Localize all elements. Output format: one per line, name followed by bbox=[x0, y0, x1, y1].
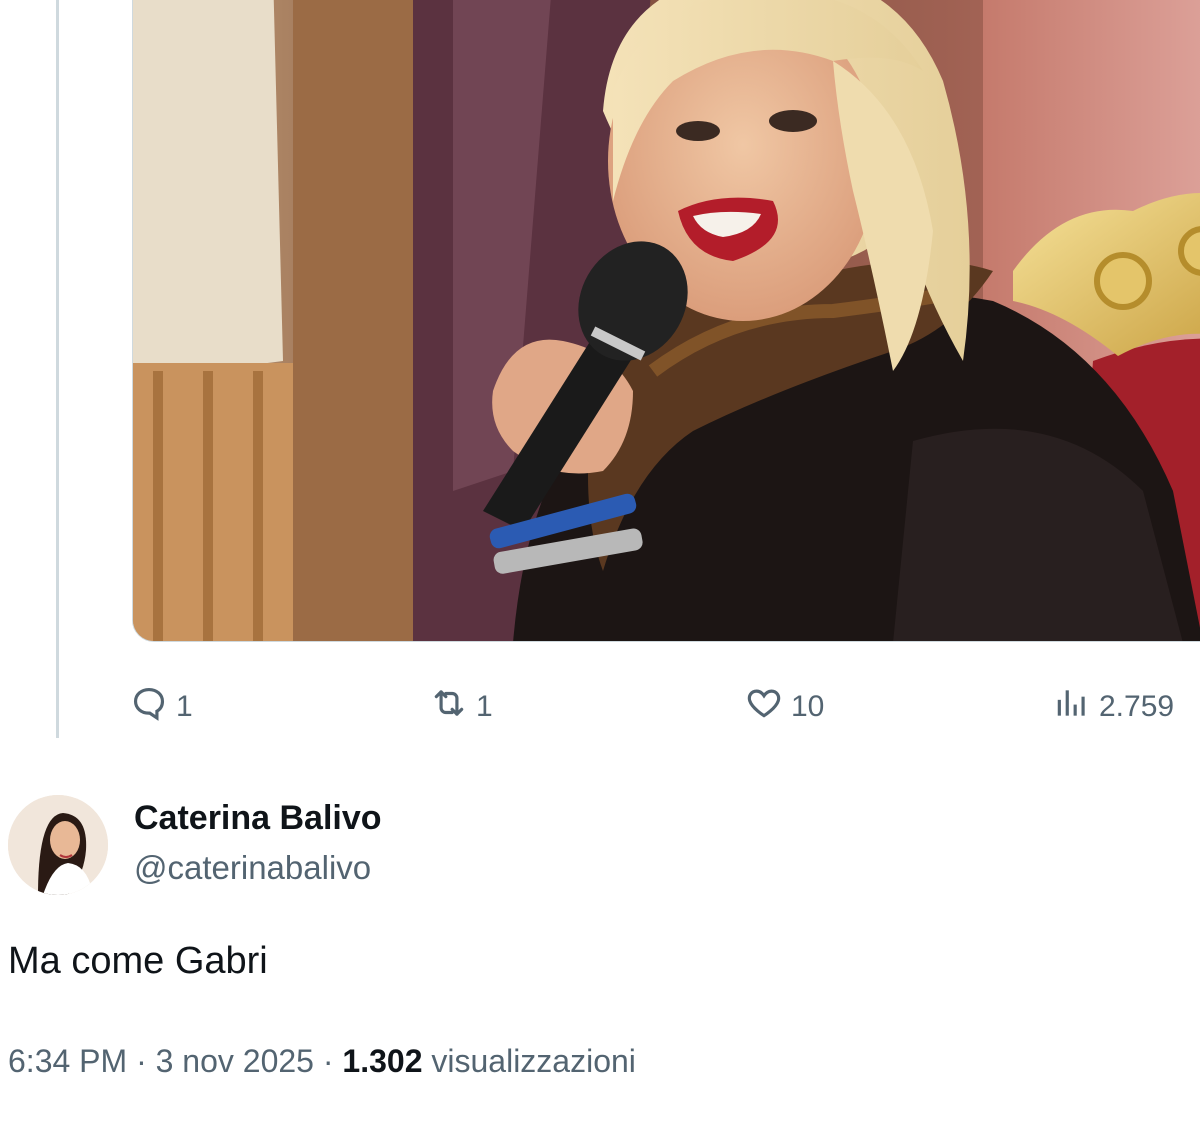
tweet-thread: 1 1 10 2.759 Caterina Balivo @caterinaba… bbox=[0, 0, 1200, 1133]
thread-connector-line bbox=[56, 0, 59, 738]
views-button[interactable]: 2.759 bbox=[1053, 682, 1174, 732]
reply-count: 1 bbox=[176, 690, 193, 723]
views-label: visualizzazioni bbox=[431, 1043, 636, 1079]
retweet-button[interactable]: 1 bbox=[430, 682, 493, 732]
reply-icon bbox=[130, 684, 168, 730]
photo-image bbox=[133, 0, 1200, 641]
tweet-time[interactable]: 6:34 PM bbox=[8, 1043, 127, 1079]
tweet-date[interactable]: 3 nov 2025 bbox=[156, 1043, 314, 1079]
views-total: 1.302 bbox=[342, 1043, 423, 1079]
author-block: Caterina Balivo @caterinabalivo bbox=[8, 795, 608, 895]
tweet-photo[interactable] bbox=[132, 0, 1200, 642]
like-button[interactable]: 10 bbox=[745, 682, 824, 732]
meta-separator: · bbox=[136, 1043, 147, 1079]
author-display-name[interactable]: Caterina Balivo bbox=[134, 799, 382, 838]
avatar-image bbox=[8, 795, 108, 895]
heart-icon bbox=[745, 684, 783, 730]
tweet-meta: 6:34 PM · 3 nov 2025 · 1.302 visualizzaz… bbox=[8, 1043, 636, 1080]
reply-button[interactable]: 1 bbox=[130, 682, 193, 732]
views-icon bbox=[1053, 684, 1091, 730]
tweet-text: Ma come Gabri bbox=[8, 940, 268, 982]
tweet-action-bar: 1 1 10 2.759 bbox=[0, 682, 1200, 732]
meta-separator-2: · bbox=[322, 1043, 334, 1079]
retweet-count: 1 bbox=[476, 690, 493, 723]
like-count: 10 bbox=[791, 690, 825, 723]
avatar[interactable] bbox=[8, 795, 108, 895]
views-count: 2.759 bbox=[1099, 690, 1175, 723]
retweet-icon bbox=[430, 684, 468, 730]
author-handle[interactable]: @caterinabalivo bbox=[134, 849, 371, 887]
